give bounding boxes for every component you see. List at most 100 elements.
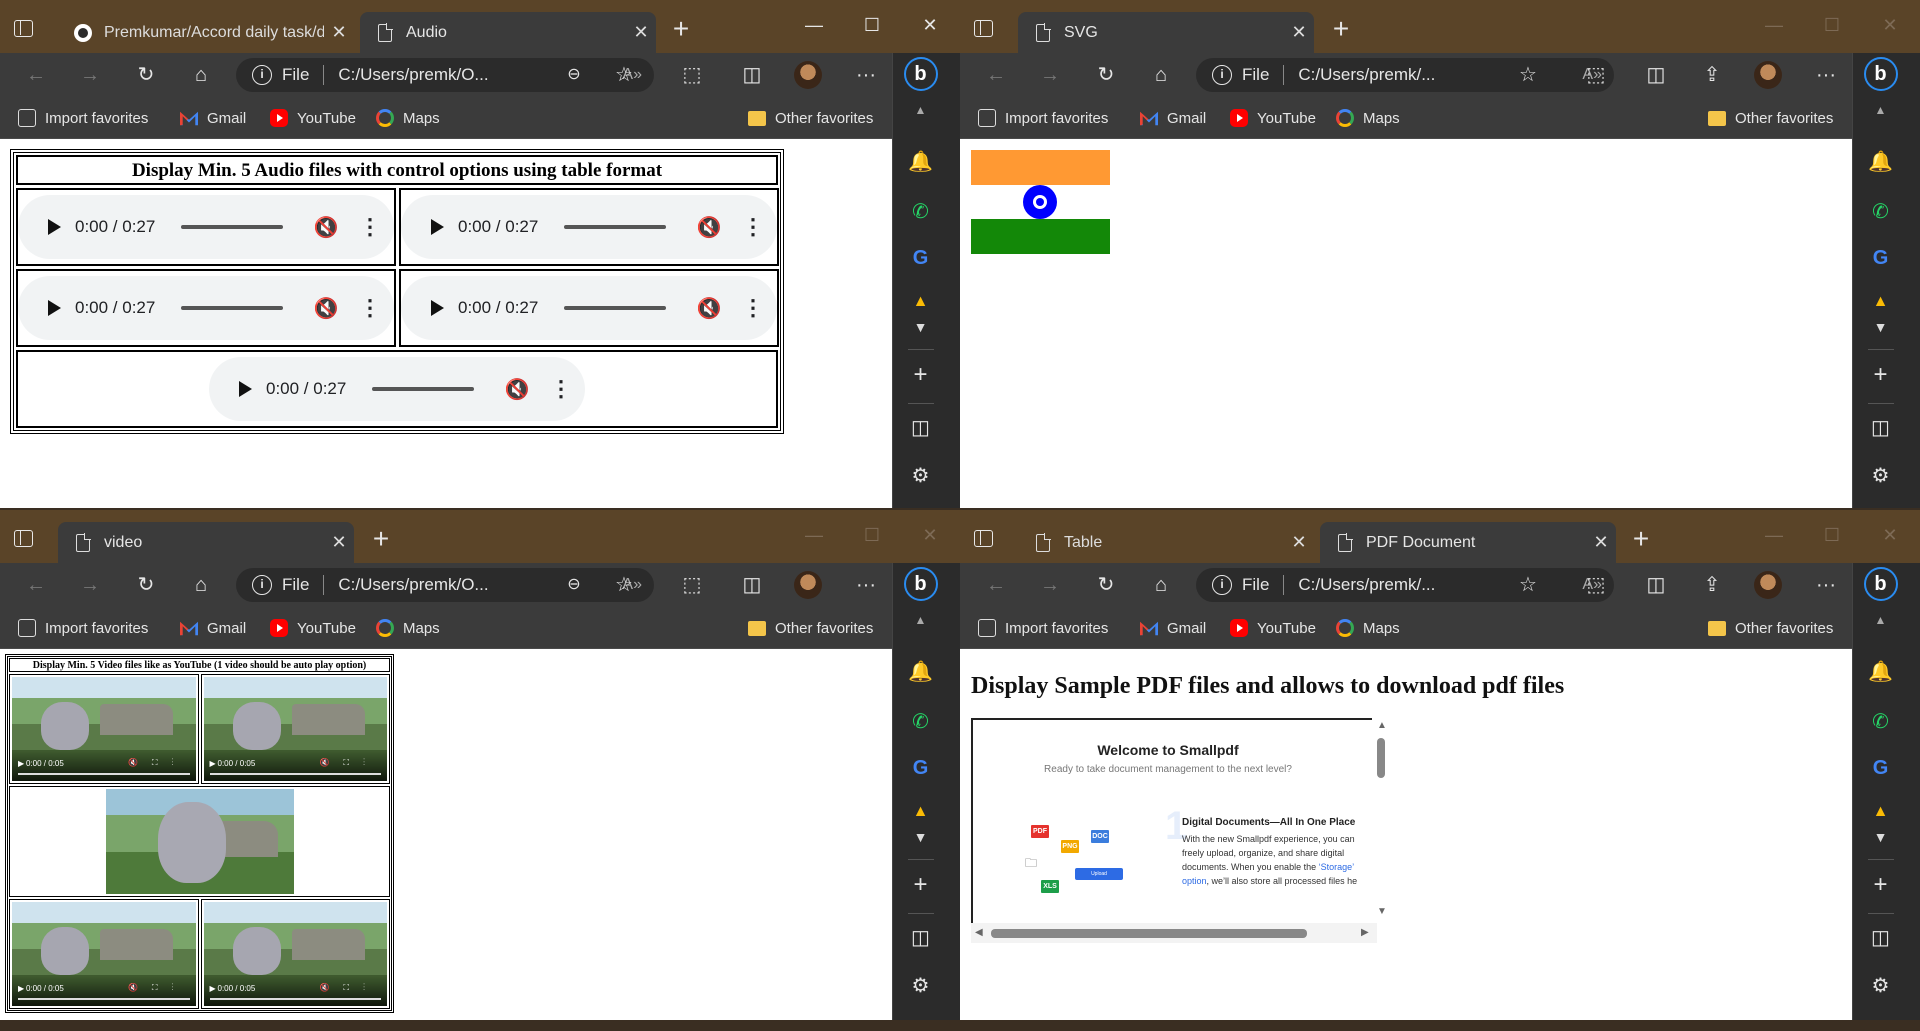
google-icon[interactable]: G <box>893 247 948 270</box>
seek-bar[interactable] <box>209 998 381 1000</box>
split-screen-icon[interactable]: ◫ <box>736 59 768 91</box>
new-tab-button[interactable]: + <box>1323 13 1359 49</box>
new-tab-button[interactable]: + <box>1623 523 1659 559</box>
seek-bar[interactable] <box>209 773 381 775</box>
close-window-button[interactable]: ✕ <box>908 520 952 550</box>
close-tab-icon[interactable]: ✕ <box>1284 532 1314 553</box>
scroll-right-arrow[interactable]: ▶ <box>1361 927 1369 938</box>
notification-bell-icon[interactable]: 🔔 <box>1853 659 1908 684</box>
close-tab-icon[interactable]: ✕ <box>1586 532 1616 553</box>
pdf-embed[interactable]: Welcome to Smallpdf Ready to take docume… <box>971 718 1377 923</box>
split-screen-icon[interactable]: ◫ <box>1640 569 1672 601</box>
bing-chat-button[interactable]: b <box>1853 567 1908 601</box>
scroll-up-icon[interactable]: ▲ <box>893 103 948 117</box>
forward-button[interactable]: → <box>74 569 106 601</box>
extensions-icon[interactable]: ⬚ <box>1580 59 1612 91</box>
zoom-out-icon[interactable]: ⊖ <box>558 59 590 91</box>
play-icon[interactable] <box>239 381 252 397</box>
autoplay-video[interactable] <box>105 789 294 894</box>
whatsapp-icon[interactable]: ✆ <box>893 709 948 734</box>
address-bar[interactable]: i File C:/Users/premk/... A» <box>1196 58 1614 92</box>
bookmark-maps[interactable]: Maps <box>376 617 440 639</box>
bookmark-maps[interactable]: Maps <box>376 107 440 129</box>
play-icon[interactable]: ▶ <box>18 984 24 993</box>
close-tab-icon[interactable]: ✕ <box>1284 22 1314 43</box>
bookmark-youtube[interactable]: YouTube <box>1230 617 1316 639</box>
bookmark-import-favorites[interactable]: Import favorites <box>18 107 148 129</box>
scroll-down-icon[interactable]: ▼ <box>1853 829 1908 845</box>
other-favorites[interactable]: Other favorites <box>748 617 873 639</box>
bookmark-gmail[interactable]: Gmail <box>1140 617 1206 639</box>
whatsapp-icon[interactable]: ✆ <box>1853 709 1908 734</box>
whatsapp-icon[interactable]: ✆ <box>893 199 948 224</box>
close-tab-icon[interactable]: ✕ <box>626 22 656 43</box>
tab-actions-icon[interactable] <box>972 527 994 549</box>
close-tab-icon[interactable]: ✕ <box>324 22 354 43</box>
minimize-button[interactable]: — <box>792 520 836 550</box>
bookmark-maps[interactable]: Maps <box>1336 107 1400 129</box>
hide-sidebar-icon[interactable]: ◫ <box>893 925 948 950</box>
sidebar-settings-icon[interactable]: ⚙ <box>1853 463 1908 488</box>
other-favorites[interactable]: Other favorites <box>1708 617 1833 639</box>
hide-sidebar-icon[interactable]: ◫ <box>1853 415 1908 440</box>
video-player[interactable]: ▶ 0:00 / 0:05 🔇⛶⋮ <box>203 677 387 781</box>
mute-icon[interactable]: 🔇 <box>696 215 722 240</box>
new-tab-button[interactable]: + <box>663 13 699 49</box>
sidebar-settings-icon[interactable]: ⚙ <box>893 463 948 488</box>
audio-player[interactable]: 0:00 / 0:27 🔇 ⋮ <box>401 276 777 340</box>
split-screen-icon[interactable]: ◫ <box>1640 59 1672 91</box>
sidebar-settings-icon[interactable]: ⚙ <box>893 973 948 998</box>
bookmark-gmail[interactable]: Gmail <box>180 617 246 639</box>
address-bar[interactable]: i File C:/Users/premk/O... A» <box>236 568 654 602</box>
more-options-icon[interactable]: ⋮ <box>742 295 764 321</box>
play-icon[interactable]: ▶ <box>18 759 24 768</box>
tab-actions-icon[interactable] <box>12 17 34 39</box>
notification-bell-icon[interactable]: 🔔 <box>893 149 948 174</box>
bing-chat-button[interactable]: b <box>1853 57 1908 91</box>
google-icon[interactable]: G <box>893 757 948 780</box>
minimize-button[interactable]: — <box>792 10 836 40</box>
extensions-icon[interactable]: ⬚ <box>676 569 708 601</box>
share-icon[interactable]: ⇪ <box>1696 59 1728 91</box>
refresh-button[interactable]: ↻ <box>1090 569 1122 601</box>
scroll-up-icon[interactable]: ▲ <box>1853 103 1908 117</box>
refresh-button[interactable]: ↻ <box>130 569 162 601</box>
google-drive-icon[interactable]: ▲ <box>893 293 948 311</box>
refresh-button[interactable]: ↻ <box>130 59 162 91</box>
google-icon[interactable]: G <box>1853 757 1908 780</box>
address-bar[interactable]: i File C:/Users/premk/O... A» <box>236 58 654 92</box>
pdf-horizontal-scrollbar[interactable]: ◀ ▶ <box>971 923 1377 943</box>
more-menu-button[interactable]: ··· <box>850 59 882 91</box>
close-window-button[interactable]: ✕ <box>1868 10 1912 40</box>
bookmark-import-favorites[interactable]: Import favorites <box>18 617 148 639</box>
hide-sidebar-icon[interactable]: ◫ <box>893 415 948 440</box>
maximize-button[interactable]: ☐ <box>850 10 894 40</box>
new-tab-button[interactable]: + <box>363 523 399 559</box>
video-player[interactable]: ▶ 0:00 / 0:05 🔇⛶⋮ <box>12 902 196 1006</box>
add-sidebar-app-icon[interactable]: + <box>893 361 948 389</box>
site-info-icon[interactable]: i <box>252 575 272 595</box>
sidebar-settings-icon[interactable]: ⚙ <box>1853 973 1908 998</box>
scroll-left-arrow[interactable]: ◀ <box>975 927 983 938</box>
google-drive-icon[interactable]: ▲ <box>1853 293 1908 311</box>
more-options-icon[interactable]: ⋮ <box>359 295 381 321</box>
share-icon[interactable]: ⇪ <box>1696 569 1728 601</box>
maximize-button[interactable]: ☐ <box>1810 10 1854 40</box>
bing-chat-button[interactable]: b <box>893 57 948 91</box>
audio-player[interactable]: 0:00 / 0:27 🔇 ⋮ <box>18 276 394 340</box>
google-drive-icon[interactable]: ▲ <box>893 803 948 821</box>
video-control-icons[interactable]: 🔇⛶⋮ <box>128 758 188 768</box>
favorite-star-icon[interactable]: ☆ <box>608 59 640 91</box>
profile-avatar[interactable] <box>1754 61 1782 89</box>
more-menu-button[interactable]: ··· <box>1810 569 1842 601</box>
extensions-icon[interactable]: ⬚ <box>676 59 708 91</box>
favorite-star-icon[interactable]: ☆ <box>1512 59 1544 91</box>
more-menu-button[interactable]: ··· <box>850 569 882 601</box>
video-player[interactable]: ▶ 0:00 / 0:05 🔇⛶⋮ <box>12 677 196 781</box>
scroll-thumb[interactable] <box>991 929 1307 938</box>
seek-bar[interactable] <box>18 998 190 1000</box>
video-player[interactable]: ▶ 0:00 / 0:05 🔇⛶⋮ <box>203 902 387 1006</box>
more-options-icon[interactable]: ⋮ <box>742 214 764 240</box>
tab-actions-icon[interactable] <box>972 17 994 39</box>
other-favorites[interactable]: Other favorites <box>1708 107 1833 129</box>
